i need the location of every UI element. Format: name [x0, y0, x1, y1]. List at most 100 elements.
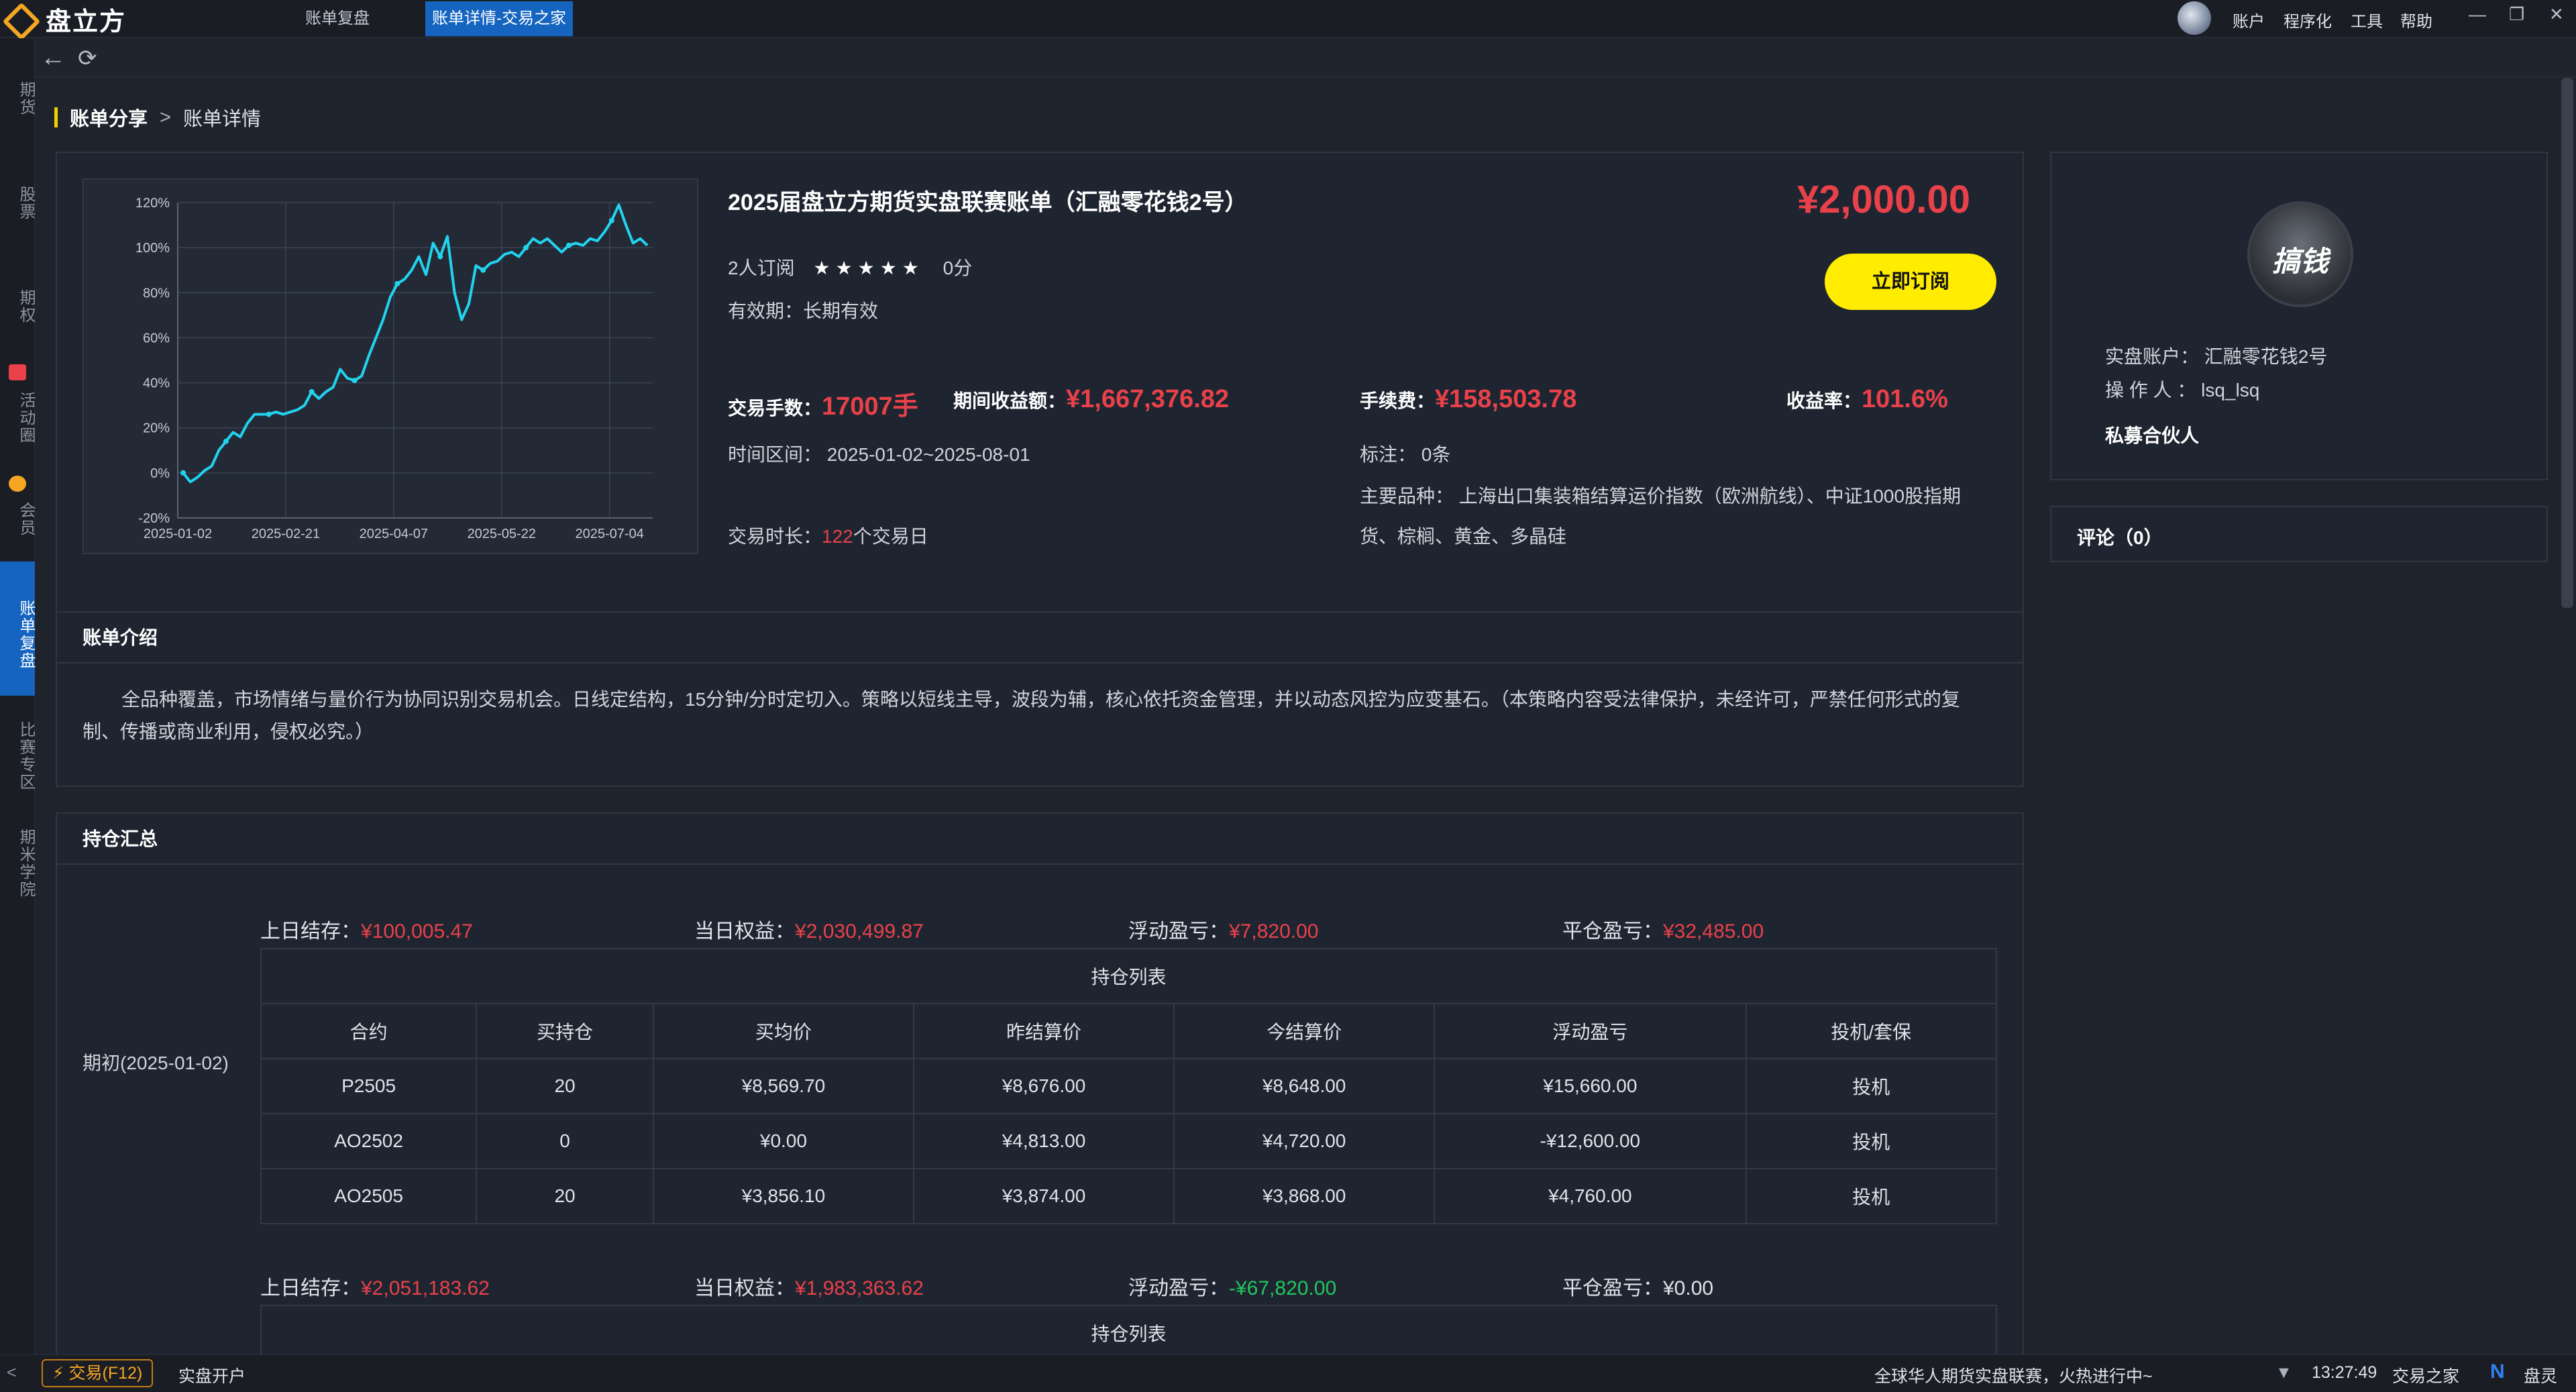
equity-label: 当日权益：	[694, 920, 795, 943]
sidebar-item-stocks[interactable]: 股票	[0, 170, 35, 237]
x-tick-label: 2025-04-07	[360, 527, 428, 541]
profit-stat: 期间收益额：¥1,667,376.82	[953, 385, 1229, 414]
cell: ¥3,868.00	[1173, 1168, 1436, 1224]
y-tick-label: 0%	[150, 466, 170, 481]
sidebar-item-bill-review[interactable]: 账单复盘	[0, 561, 35, 696]
tab-bill-detail[interactable]: 账单详情-交易之家	[425, 1, 573, 36]
bill-price: ¥2,000.00	[1796, 178, 1970, 221]
sidebar-item-member[interactable]: 会员	[0, 496, 35, 543]
assistant-logo-icon: N	[2490, 1360, 2505, 1383]
breadcrumb: 账单分享 > 账单详情	[54, 103, 261, 131]
block1-close: 平仓盈亏：¥32,485.00	[1562, 914, 1764, 944]
left-sidebar: 期货 股票 期权 活动圈 会员 账单复盘 比赛专区 期米学院	[0, 38, 35, 1354]
open-account-link[interactable]: 实盘开户	[178, 1363, 246, 1387]
account-avatar[interactable]: 搞钱	[2247, 201, 2353, 307]
breadcrumb-root[interactable]: 账单分享	[70, 103, 148, 131]
refresh-icon[interactable]: ⟳	[78, 45, 97, 72]
block2-close: 平仓盈亏：¥0.00	[1562, 1271, 1713, 1301]
menu-programming[interactable]: 程序化	[2284, 8, 2332, 32]
y-tick-label: 40%	[143, 376, 170, 391]
cell: ¥4,760.00	[1434, 1168, 1747, 1224]
tab-bill-review[interactable]: 账单复盘	[299, 1, 376, 36]
site-link[interactable]: 交易之家	[2392, 1363, 2459, 1387]
trade-button[interactable]: ⚡ 交易(F12)	[42, 1359, 154, 1387]
positions-table-2: 持仓列表	[260, 1305, 1997, 1354]
sidebar-item-academy[interactable]: 期米学院	[0, 816, 35, 910]
subscribe-button[interactable]: 立即订阅	[1825, 254, 1996, 310]
signal-icon: ▼	[2275, 1363, 2292, 1382]
prev-balance-label: 上日结存：	[260, 1277, 361, 1299]
x-tick-label: 2025-02-21	[252, 527, 320, 541]
cell: ¥3,856.10	[652, 1168, 914, 1224]
data-point	[608, 217, 614, 223]
comments-panel[interactable]: 评论（0）	[2050, 506, 2548, 562]
ticker-text: 全球华人期货实盘联赛，火热进行中~	[1874, 1367, 2153, 1386]
float-value: -¥67,820.00	[1229, 1277, 1337, 1299]
data-point	[266, 411, 272, 417]
comments-label[interactable]: 评论（0）	[2077, 523, 2163, 550]
data-point	[437, 254, 443, 260]
data-point	[309, 389, 315, 394]
sidebar-item-options[interactable]: 期权	[0, 273, 35, 340]
star-rating-icon[interactable]: ★★★★★	[813, 258, 924, 278]
period-label: 期初(2025-01-02)	[83, 1053, 229, 1073]
notes-count: 标注： 0条	[1360, 444, 1451, 465]
col-float-pnl: 浮动盈亏	[1434, 1003, 1747, 1059]
user-avatar[interactable]	[2178, 1, 2211, 35]
cell: 20	[476, 1168, 654, 1224]
restore-icon[interactable]: ❐	[2509, 4, 2524, 25]
return-label: 收益率：	[1786, 390, 1862, 411]
col-buy-position: 买持仓	[476, 1003, 654, 1059]
float-label: 浮动盈亏：	[1128, 920, 1229, 943]
cell: ¥4,813.00	[912, 1113, 1175, 1169]
main-products: 主要品种： 上海出口集装箱结算运价指数（欧洲航线）、中证1000股指期	[1360, 486, 1962, 506]
data-point	[180, 470, 186, 476]
real-account: 实盘账户： 汇融零花钱2号	[2105, 346, 2328, 367]
col-contract: 合约	[260, 1003, 478, 1059]
cell: 投机	[1745, 1113, 1998, 1169]
intro-text-line1: 全品种覆盖，市场情绪与量价行为协同识别交易机会。日线定结构，15分钟/分时定切入…	[121, 689, 1960, 710]
app-logo: 盘立方	[4, 4, 126, 36]
close-icon[interactable]: ✕	[2549, 4, 2564, 25]
intro-header: 账单介绍	[57, 612, 2023, 663]
sidebar-item-futures[interactable]: 期货	[0, 65, 35, 132]
menu-tools[interactable]: 工具	[2351, 8, 2383, 32]
minimize-icon[interactable]: —	[2469, 4, 2486, 25]
data-point	[523, 245, 529, 251]
vip-icon	[9, 476, 26, 492]
trade-button-label: 交易(F12)	[68, 1364, 143, 1383]
bill-title: 2025届盘立方期货实盘联赛账单（汇融零花钱2号）	[728, 190, 1248, 215]
scrollbar[interactable]	[2561, 78, 2573, 608]
close-label: 平仓盈亏：	[1562, 920, 1663, 943]
subscriber-count: 2人订阅	[728, 258, 795, 278]
collapse-icon[interactable]: <	[7, 1363, 17, 1383]
y-tick-label: 60%	[143, 331, 170, 345]
bill-summary-panel: -20% 0% 20% 40% 60% 80% 100% 120% 2025-01-02 2025…	[56, 152, 2024, 661]
data-point	[480, 267, 486, 273]
positions-panel: 持仓汇总 期初(2025-01-02) 上日结存：¥100,005.47 当日权…	[56, 812, 2024, 1354]
data-point	[223, 438, 229, 444]
cell: ¥4,720.00	[1173, 1113, 1436, 1169]
block1-float: 浮动盈亏：¥7,820.00	[1128, 914, 1318, 944]
y-tick-label: -20%	[138, 511, 170, 526]
clock: 13:27:49	[2312, 1363, 2377, 1382]
profit-label: 期间收益额：	[953, 390, 1067, 411]
back-arrow-icon[interactable]: ←	[40, 44, 66, 72]
sidebar-item-activity[interactable]: 活动圈	[0, 384, 35, 451]
sidebar-item-contest[interactable]: 比赛专区	[0, 709, 35, 803]
cell: ¥0.00	[652, 1113, 914, 1169]
status-bar: < ⚡ 交易(F12) 实盘开户 全球华人期货实盘联赛，火热进行中~ ▼ 13:…	[0, 1354, 2576, 1392]
assistant-label[interactable]: 盘灵	[2524, 1363, 2557, 1387]
cell: ¥3,874.00	[912, 1168, 1175, 1224]
cell: 20	[476, 1058, 654, 1114]
menu-account[interactable]: 账户	[2233, 8, 2265, 32]
breadcrumb-marker	[54, 107, 58, 127]
cell: ¥8,676.00	[912, 1058, 1175, 1114]
avatar-text: 搞钱	[2271, 246, 2328, 277]
duration-days: 122	[822, 526, 853, 547]
lightning-icon: ⚡	[52, 1364, 64, 1383]
account-card: 搞钱 实盘账户： 汇融零花钱2号 操 作 人 ： lsq_lsq 私募合伙人	[2050, 152, 2548, 480]
menu-help[interactable]: 帮助	[2400, 8, 2432, 32]
breadcrumb-current: 账单详情	[182, 109, 261, 130]
table-caption: 持仓列表	[260, 1305, 1997, 1354]
